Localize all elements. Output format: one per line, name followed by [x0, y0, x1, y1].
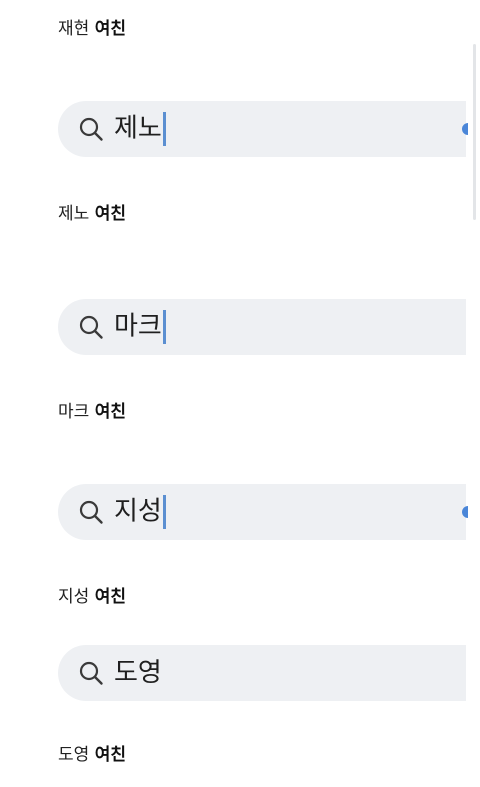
text-caret — [162, 112, 166, 146]
edge-indicator-icon — [462, 123, 468, 135]
search-input[interactable]: 지성 — [114, 495, 166, 529]
search-bar[interactable]: 마크 — [58, 299, 466, 355]
search-query-text: 도영 — [114, 658, 162, 688]
search-icon — [79, 661, 103, 685]
suggestion-item[interactable]: 재현 여친 — [58, 18, 126, 40]
text-caret — [162, 495, 166, 529]
search-input[interactable]: 제노 — [114, 112, 166, 146]
suggestion-name: 재현 — [58, 19, 90, 39]
suggestion-name: 지성 — [58, 587, 90, 607]
suggestion-tag: 여친 — [94, 745, 126, 765]
search-input[interactable]: 마크 — [114, 310, 166, 344]
search-bar[interactable]: 도영 — [58, 645, 466, 701]
edge-indicator-icon — [462, 506, 468, 518]
suggestion-name: 도영 — [58, 745, 90, 765]
search-icon — [79, 500, 103, 524]
search-icon — [79, 315, 103, 339]
suggestion-tag: 여친 — [94, 204, 126, 224]
search-query-text: 제노 — [114, 113, 162, 144]
search-input[interactable]: 도영 — [114, 658, 162, 688]
search-bar[interactable]: 제노 — [58, 101, 468, 157]
suggestion-item[interactable]: 제노 여친 — [58, 203, 126, 225]
suggestion-tag: 여친 — [94, 402, 126, 422]
text-caret — [162, 310, 166, 344]
suggestion-name: 제노 — [58, 204, 90, 224]
suggestion-tag: 여친 — [94, 587, 126, 607]
suggestion-item[interactable]: 마크 여친 — [58, 401, 126, 423]
search-query-text: 마크 — [114, 311, 162, 342]
suggestion-name: 마크 — [58, 402, 90, 422]
suggestion-tag: 여친 — [94, 19, 126, 39]
scrollbar[interactable] — [473, 44, 476, 220]
search-query-text: 지성 — [114, 496, 162, 527]
search-bar[interactable]: 지성 — [58, 484, 468, 540]
search-icon — [79, 117, 103, 141]
suggestion-item[interactable]: 도영 여친 — [58, 744, 126, 766]
suggestion-item[interactable]: 지성 여친 — [58, 586, 126, 608]
